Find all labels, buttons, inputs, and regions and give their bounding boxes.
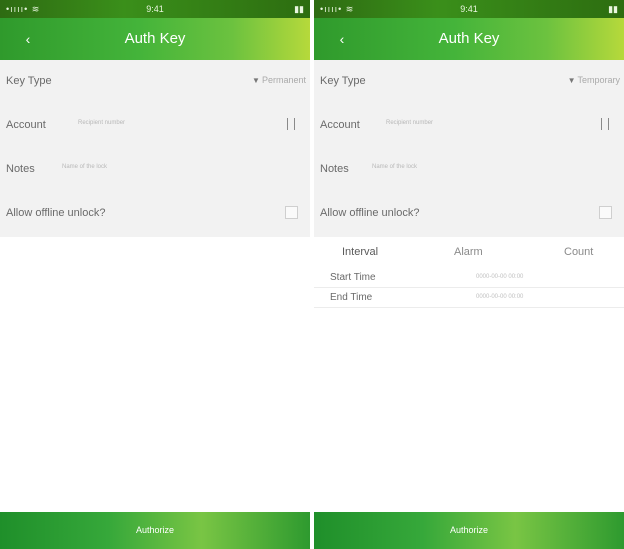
- tab-interval[interactable]: Interval: [342, 246, 378, 258]
- status-bar: •ıııı• ≋ 9:41 ▮▮: [314, 0, 624, 18]
- account-row: Account Recipient number: [0, 104, 310, 148]
- nav-bar: ‹ Auth Key: [0, 18, 310, 60]
- end-time-value[interactable]: 0000-00-00 00:00: [476, 294, 523, 300]
- status-time: 9:41: [146, 4, 164, 14]
- offline-unlock-label: Allow offline unlock?: [320, 207, 420, 219]
- start-time-value[interactable]: 0000-00-00 00:00: [476, 274, 523, 280]
- phone-screen-permanent: •ıııı• ≋ 9:41 ▮▮ ‹ Auth Key Key Type ▼ Pe…: [0, 0, 310, 549]
- account-input[interactable]: Recipient number: [78, 120, 125, 126]
- offline-unlock-label: Allow offline unlock?: [6, 207, 106, 219]
- page-title: Auth Key: [124, 30, 186, 47]
- phone-screen-temporary: •ıııı• ≋ 9:41 ▮▮ ‹ Auth Key Key Type ▼ Te…: [314, 0, 624, 549]
- offline-unlock-row: Allow offline unlock?: [314, 192, 624, 236]
- time-mode-tabs: Interval Alarm Count: [314, 237, 624, 265]
- authorize-button[interactable]: Authorize: [314, 512, 624, 549]
- key-type-row[interactable]: Key Type ▼ Temporary: [314, 60, 624, 104]
- offline-unlock-checkbox[interactable]: [599, 206, 612, 219]
- battery-icon: ▮▮: [294, 4, 304, 14]
- start-time-label: Start Time: [330, 272, 376, 283]
- tab-count[interactable]: Count: [564, 246, 593, 258]
- account-label: Account: [320, 119, 360, 131]
- contacts-icon[interactable]: [600, 118, 610, 130]
- auth-form: Key Type ▼ Temporary Account Recipient nu…: [314, 60, 624, 237]
- key-type-select[interactable]: ▼ Permanent: [252, 75, 306, 85]
- contacts-icon[interactable]: [286, 118, 296, 130]
- notes-input[interactable]: Name of the lock: [372, 164, 417, 170]
- status-bar: •ıııı• ≋ 9:41 ▮▮: [0, 0, 310, 18]
- battery-icon: ▮▮: [608, 4, 618, 14]
- key-type-row[interactable]: Key Type ▼ Permanent: [0, 60, 310, 104]
- offline-unlock-checkbox[interactable]: [285, 206, 298, 219]
- authorize-button[interactable]: Authorize: [0, 512, 310, 549]
- end-time-label: End Time: [330, 292, 373, 303]
- account-input[interactable]: Recipient number: [386, 120, 433, 126]
- status-time: 9:41: [460, 4, 478, 14]
- nav-bar: ‹ Auth Key: [314, 18, 624, 60]
- offline-unlock-row: Allow offline unlock?: [0, 192, 310, 236]
- key-type-label: Key Type: [320, 75, 366, 87]
- start-time-row[interactable]: Start Time 0000-00-00 00:00: [314, 268, 624, 288]
- account-row: Account Recipient number: [314, 104, 624, 148]
- key-type-select[interactable]: ▼ Temporary: [568, 75, 620, 85]
- notes-row: Notes Name of the lock: [0, 148, 310, 192]
- account-label: Account: [6, 119, 46, 131]
- key-type-label: Key Type: [6, 75, 52, 87]
- notes-label: Notes: [6, 163, 35, 175]
- dropdown-arrow-icon: ▼: [252, 76, 260, 85]
- end-time-row[interactable]: End Time 0000-00-00 00:00: [314, 288, 624, 308]
- tab-alarm[interactable]: Alarm: [454, 246, 483, 258]
- auth-form: Key Type ▼ Permanent Account Recipient nu…: [0, 60, 310, 237]
- key-type-value: Temporary: [577, 75, 620, 85]
- dropdown-arrow-icon: ▼: [567, 76, 576, 85]
- page-title: Auth Key: [438, 30, 500, 47]
- notes-input[interactable]: Name of the lock: [62, 164, 107, 170]
- notes-label: Notes: [320, 163, 349, 175]
- notes-row: Notes Name of the lock: [314, 148, 624, 192]
- key-type-value: Permanent: [261, 75, 306, 85]
